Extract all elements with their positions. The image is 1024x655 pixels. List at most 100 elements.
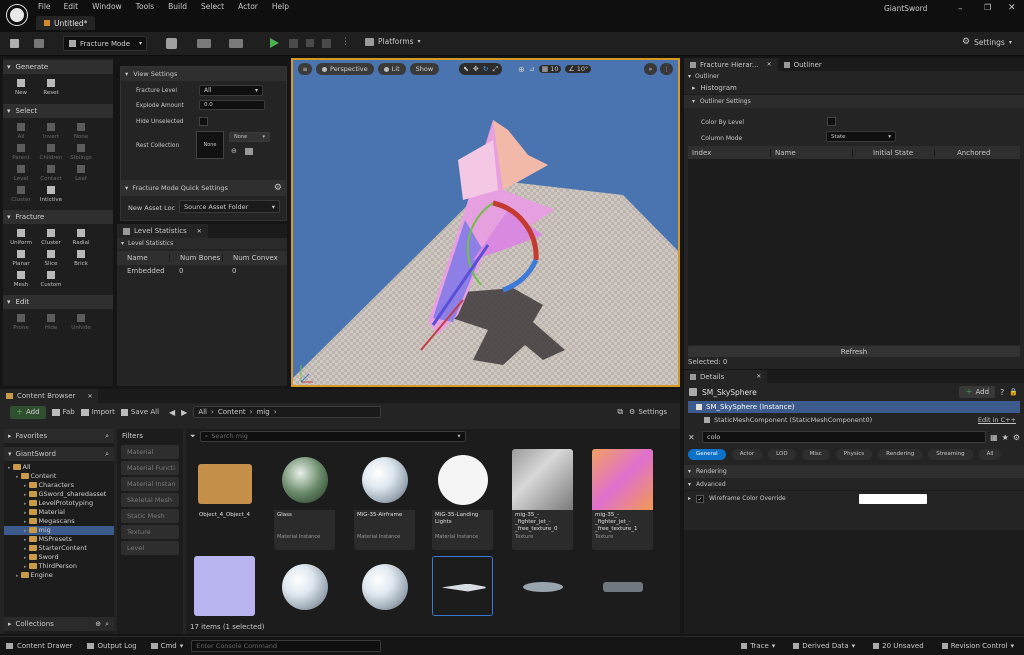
prone-tool[interactable]: Prone xyxy=(6,313,36,331)
close-icon[interactable]: ✕ xyxy=(767,61,772,68)
chevron-right-icon[interactable]: ▸ xyxy=(24,555,27,561)
folder-tree-item[interactable]: ▸ GSword_sharedasset xyxy=(4,490,114,499)
tab-content-browser[interactable]: Content Browser ✕ xyxy=(0,389,99,403)
details-search-input[interactable]: colo xyxy=(702,431,987,443)
chevron-right-icon[interactable]: ▸ xyxy=(24,546,27,552)
use-selected-icon[interactable]: ⊖ xyxy=(231,147,237,155)
tab-streaming[interactable]: Streaming xyxy=(928,448,973,460)
add-component-button[interactable]: ＋ Add xyxy=(959,386,996,398)
close-icon[interactable]: ✕ xyxy=(197,228,202,235)
filter-chip[interactable]: Material Functi xyxy=(121,461,179,475)
column-mode-dropdown[interactable]: State ▾ xyxy=(826,131,896,142)
chevron-right-icon[interactable]: ▸ xyxy=(24,528,27,534)
tab-general[interactable]: General xyxy=(688,448,726,460)
breadcrumb-mig[interactable]: mig xyxy=(256,408,269,416)
asset-tile-selected[interactable] xyxy=(432,556,493,616)
filter-chip[interactable]: Static Mesh xyxy=(121,509,179,523)
platforms-button[interactable]: Platforms ▾ xyxy=(365,37,421,46)
asset-tile[interactable]: Glass Material Instance xyxy=(274,449,335,550)
tab-all[interactable]: All xyxy=(978,448,1002,460)
select-level-tool[interactable]: Level xyxy=(6,164,36,182)
surface-snap-icon[interactable]: ⊿ xyxy=(529,65,535,73)
search-icon[interactable]: ⌕ xyxy=(105,620,109,629)
history-icon[interactable]: ⧉ xyxy=(617,407,623,417)
folder-tree-item[interactable]: ▸ Characters xyxy=(4,481,114,490)
cmd-dropdown[interactable]: Cmd ▾ xyxy=(150,642,183,650)
folder-tree-item[interactable]: ▸ ThirdPerson xyxy=(4,562,114,571)
select-leaf-tool[interactable]: Leaf xyxy=(66,164,96,182)
radial-tool[interactable]: Radial xyxy=(66,228,96,246)
menu-file[interactable]: File xyxy=(38,2,57,11)
more-options-icon[interactable]: ⋮ xyxy=(341,37,350,47)
collections-section[interactable]: ▸ Collections ⊕ ⌕ xyxy=(4,617,114,631)
gear-icon[interactable]: ⚙ xyxy=(1013,433,1020,442)
folder-tree-item[interactable]: ▸ StarterContent xyxy=(4,544,114,553)
instance-row[interactable]: SM_SkySphere (Instance) xyxy=(688,401,1020,413)
perspective-button[interactable]: Perspective xyxy=(316,63,374,75)
asset-tile[interactable] xyxy=(592,556,653,616)
tab-physics[interactable]: Physics xyxy=(835,448,873,460)
breadcrumb-content[interactable]: Content xyxy=(218,408,246,416)
unhide-tool[interactable]: Unhide xyxy=(66,313,96,331)
filter-chip[interactable]: Material Instan xyxy=(121,477,179,491)
console-input[interactable]: Enter Console Command xyxy=(191,640,382,652)
add-button[interactable]: ＋ Add xyxy=(10,405,46,419)
asset-tile[interactable]: mig-35_-_fighter_jet_-_free_texture_0 Te… xyxy=(512,449,573,550)
tab-lod[interactable]: LOD xyxy=(768,448,796,460)
wireframe-color-swatch[interactable] xyxy=(858,493,927,504)
asset-tile[interactable] xyxy=(354,556,415,616)
tab-outliner[interactable]: Outliner xyxy=(778,58,828,71)
section-edit[interactable]: ▾ Edit xyxy=(3,295,113,309)
asset-tile[interactable]: mig-35_-_fighter_jet_-_free_texture_1 Te… xyxy=(592,449,653,550)
rotate-icon[interactable]: ↻ xyxy=(483,65,489,73)
breadcrumb-all[interactable]: All xyxy=(198,408,207,416)
hide-tool[interactable]: Hide xyxy=(36,313,66,331)
back-icon[interactable]: ◀ xyxy=(169,408,175,417)
doc-tab[interactable]: Untitled* xyxy=(36,16,96,30)
tab-misc[interactable]: Misc xyxy=(801,448,830,460)
folder-tree-item[interactable]: ▸ Content xyxy=(4,472,114,481)
select-siblings-tool[interactable]: Siblings xyxy=(66,143,96,161)
help-icon[interactable]: ? xyxy=(1000,388,1004,397)
menu-edit[interactable]: Edit xyxy=(57,2,86,11)
fab-button[interactable]: Fab xyxy=(51,408,75,416)
component-row[interactable]: StaticMeshComponent (StaticMeshComponent… xyxy=(684,413,1024,426)
brick-tool[interactable]: Brick xyxy=(66,249,96,267)
show-button[interactable]: Show xyxy=(409,63,440,75)
grid-snap-button[interactable]: ▦ 10 xyxy=(538,65,562,73)
asset-tile[interactable] xyxy=(512,556,573,616)
chevron-right-icon[interactable]: ▸ xyxy=(24,537,27,543)
folder-tree-item[interactable]: ▸ Megascans xyxy=(4,517,114,526)
restore-icon[interactable]: ❐ xyxy=(984,3,991,12)
search-icon[interactable]: ⌕ xyxy=(105,450,109,459)
menu-tools[interactable]: Tools xyxy=(129,2,161,11)
rest-collection-dropdown[interactable]: None ▾ xyxy=(229,132,270,142)
filter-chip[interactable]: Skeletal Mesh xyxy=(121,493,179,507)
select-parent-tool[interactable]: Parent xyxy=(6,143,36,161)
trace-button[interactable]: Trace ▾ xyxy=(741,642,775,650)
filter-icon[interactable]: ⏷ xyxy=(190,432,196,441)
custom-tool[interactable]: Custom xyxy=(36,270,66,288)
asset-tile[interactable]: MiG-35-Airframe Material Instance xyxy=(354,449,415,550)
asset-tile[interactable]: Object_4_Object_4 xyxy=(194,449,255,550)
section-select[interactable]: ▾ Select xyxy=(3,104,113,118)
menu-actor[interactable]: Actor xyxy=(231,2,265,11)
asset-tile[interactable] xyxy=(274,556,335,616)
add-actor-icon[interactable] xyxy=(166,38,177,49)
add-collection-icon[interactable]: ⊕ xyxy=(95,620,101,628)
tab-rendering[interactable]: Rendering xyxy=(878,448,923,460)
stop-icon[interactable] xyxy=(306,39,314,47)
level-viewport[interactable]: ≡ Perspective Lit Show ⬉ ✥ ↻ ⤢ ⊕ ⊿ ▦ 10 ∠… xyxy=(291,58,680,387)
histogram-section[interactable]: ▸ Histogram xyxy=(684,82,1024,95)
translate-icon[interactable]: ✥ xyxy=(473,65,479,73)
folder-tree-item[interactable]: ▸ LevelPrototyping xyxy=(4,499,114,508)
chevron-right-icon[interactable]: ▸ xyxy=(24,492,27,498)
settings-button[interactable]: ⚙ Settings ▾ xyxy=(962,37,1012,47)
folder-tree-item[interactable]: ▸ MSPresets xyxy=(4,535,114,544)
select-contact-tool[interactable]: Contact xyxy=(36,164,66,182)
asset-tile[interactable] xyxy=(194,556,255,616)
folder-tree-item[interactable]: ▸ Engine xyxy=(4,571,114,580)
tab-actor[interactable]: Actor xyxy=(731,448,763,460)
table-row[interactable]: Embedded 0 0 xyxy=(117,265,287,277)
derived-data-button[interactable]: Derived Data ▾ xyxy=(793,642,855,650)
